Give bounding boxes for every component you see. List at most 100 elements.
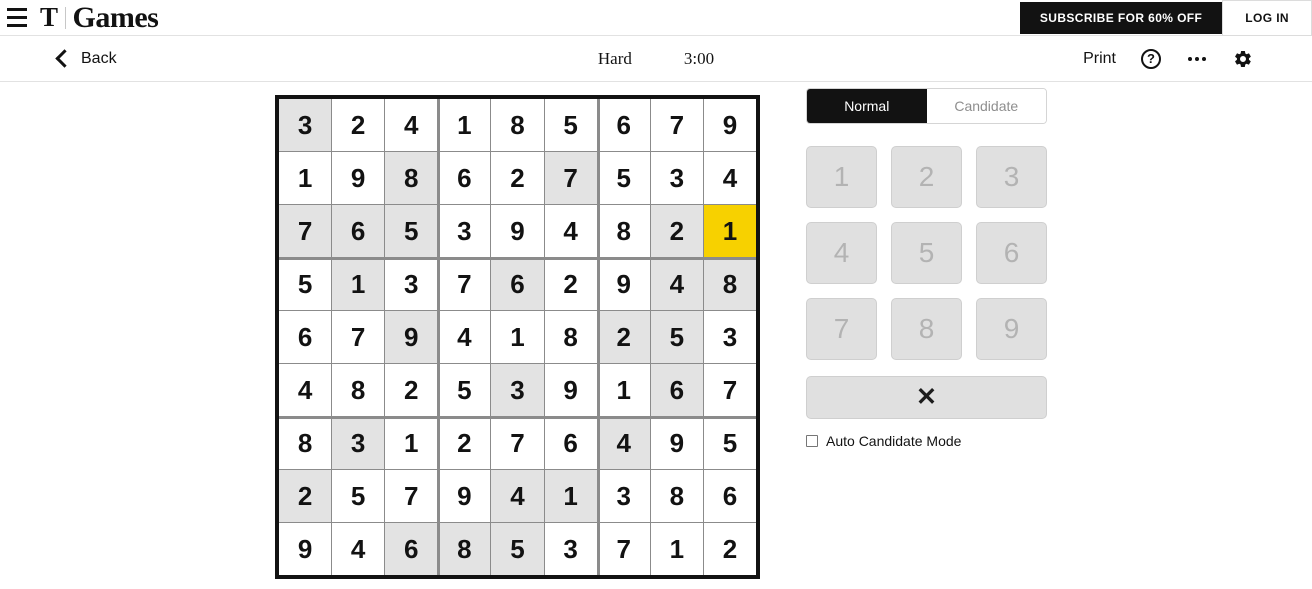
sudoku-cell-r9c5[interactable]: 5 [491, 523, 544, 575]
sudoku-cell-r7c8[interactable]: 9 [650, 417, 703, 469]
sudoku-cell-r5c2[interactable]: 7 [332, 311, 385, 363]
sudoku-cell-r2c5[interactable]: 2 [491, 152, 544, 204]
number-button-3[interactable]: 3 [976, 146, 1047, 208]
number-button-7[interactable]: 7 [806, 298, 877, 360]
sudoku-cell-r7c2[interactable]: 3 [332, 417, 385, 469]
sudoku-cell-r2c8[interactable]: 3 [650, 152, 703, 204]
sudoku-cell-r8c8[interactable]: 8 [650, 470, 703, 522]
sudoku-cell-r8c9[interactable]: 6 [703, 470, 756, 522]
sudoku-cell-r9c4[interactable]: 8 [438, 523, 491, 575]
sudoku-cell-r5c4[interactable]: 4 [438, 311, 491, 363]
hamburger-menu-icon[interactable] [4, 7, 30, 29]
sudoku-cell-r4c1[interactable]: 5 [279, 258, 332, 310]
mode-normal-button[interactable]: Normal [807, 89, 927, 123]
sudoku-cell-r1c7[interactable]: 6 [597, 99, 650, 151]
sudoku-cell-r2c1[interactable]: 1 [279, 152, 332, 204]
auto-candidate-checkbox[interactable] [806, 435, 818, 447]
sudoku-cell-r8c4[interactable]: 9 [438, 470, 491, 522]
sudoku-cell-r1c2[interactable]: 2 [332, 99, 385, 151]
sudoku-cell-r1c1[interactable]: 3 [279, 99, 332, 151]
sudoku-cell-r5c8[interactable]: 5 [650, 311, 703, 363]
auto-candidate-mode-toggle[interactable]: Auto Candidate Mode [806, 433, 1047, 449]
sudoku-cell-r2c9[interactable]: 4 [703, 152, 756, 204]
sudoku-cell-r4c9[interactable]: 8 [703, 258, 756, 310]
sudoku-cell-r7c3[interactable]: 1 [385, 417, 438, 469]
number-button-4[interactable]: 4 [806, 222, 877, 284]
sudoku-cell-r4c7[interactable]: 9 [597, 258, 650, 310]
sudoku-cell-r6c4[interactable]: 5 [438, 364, 491, 416]
login-button[interactable]: LOG IN [1222, 0, 1312, 36]
sudoku-cell-r9c6[interactable]: 3 [544, 523, 597, 575]
sudoku-cell-r7c5[interactable]: 7 [491, 417, 544, 469]
sudoku-cell-r8c5[interactable]: 4 [491, 470, 544, 522]
sudoku-cell-r2c4[interactable]: 6 [438, 152, 491, 204]
sudoku-cell-r6c8[interactable]: 6 [650, 364, 703, 416]
sudoku-cell-r1c4[interactable]: 1 [438, 99, 491, 151]
sudoku-cell-r5c9[interactable]: 3 [703, 311, 756, 363]
sudoku-cell-r9c8[interactable]: 1 [650, 523, 703, 575]
sudoku-cell-r1c9[interactable]: 9 [703, 99, 756, 151]
print-button[interactable]: Print [1083, 50, 1116, 68]
sudoku-cell-r4c6[interactable]: 2 [544, 258, 597, 310]
sudoku-cell-r4c8[interactable]: 4 [650, 258, 703, 310]
number-button-2[interactable]: 2 [891, 146, 962, 208]
sudoku-cell-r3c6[interactable]: 4 [544, 205, 597, 257]
sudoku-cell-r6c5[interactable]: 3 [491, 364, 544, 416]
brand[interactable]: T Games [40, 2, 159, 33]
sudoku-cell-r7c7[interactable]: 4 [597, 417, 650, 469]
sudoku-cell-r9c2[interactable]: 4 [332, 523, 385, 575]
number-button-1[interactable]: 1 [806, 146, 877, 208]
sudoku-cell-r6c2[interactable]: 8 [332, 364, 385, 416]
sudoku-cell-r3c9[interactable]: 1 [703, 205, 756, 257]
sudoku-cell-r4c5[interactable]: 6 [491, 258, 544, 310]
number-button-5[interactable]: 5 [891, 222, 962, 284]
sudoku-cell-r9c9[interactable]: 2 [703, 523, 756, 575]
sudoku-cell-r1c5[interactable]: 8 [491, 99, 544, 151]
sudoku-cell-r2c7[interactable]: 5 [597, 152, 650, 204]
sudoku-cell-r1c3[interactable]: 4 [385, 99, 438, 151]
sudoku-cell-r8c6[interactable]: 1 [544, 470, 597, 522]
sudoku-cell-r9c3[interactable]: 6 [385, 523, 438, 575]
sudoku-cell-r3c1[interactable]: 7 [279, 205, 332, 257]
sudoku-cell-r7c1[interactable]: 8 [279, 417, 332, 469]
sudoku-cell-r3c5[interactable]: 9 [491, 205, 544, 257]
sudoku-board[interactable]: 3241856791986275347653948215137629486794… [275, 95, 760, 579]
sudoku-cell-r5c7[interactable]: 2 [597, 311, 650, 363]
sudoku-cell-r2c2[interactable]: 9 [332, 152, 385, 204]
sudoku-cell-r1c6[interactable]: 5 [544, 99, 597, 151]
sudoku-cell-r1c8[interactable]: 7 [650, 99, 703, 151]
sudoku-cell-r6c1[interactable]: 4 [279, 364, 332, 416]
sudoku-cell-r3c3[interactable]: 5 [385, 205, 438, 257]
sudoku-cell-r8c1[interactable]: 2 [279, 470, 332, 522]
sudoku-cell-r9c1[interactable]: 9 [279, 523, 332, 575]
sudoku-cell-r8c7[interactable]: 3 [597, 470, 650, 522]
sudoku-cell-r4c4[interactable]: 7 [438, 258, 491, 310]
sudoku-cell-r7c6[interactable]: 6 [544, 417, 597, 469]
sudoku-cell-r2c3[interactable]: 8 [385, 152, 438, 204]
sudoku-cell-r3c7[interactable]: 8 [597, 205, 650, 257]
sudoku-cell-r3c2[interactable]: 6 [332, 205, 385, 257]
number-button-8[interactable]: 8 [891, 298, 962, 360]
sudoku-cell-r8c2[interactable]: 5 [332, 470, 385, 522]
sudoku-cell-r8c3[interactable]: 7 [385, 470, 438, 522]
sudoku-cell-r6c3[interactable]: 2 [385, 364, 438, 416]
subscribe-button[interactable]: SUBSCRIBE FOR 60% OFF [1019, 2, 1223, 34]
more-options-button[interactable] [1186, 48, 1208, 70]
sudoku-cell-r4c2[interactable]: 1 [332, 258, 385, 310]
number-button-9[interactable]: 9 [976, 298, 1047, 360]
number-button-6[interactable]: 6 [976, 222, 1047, 284]
sudoku-cell-r6c6[interactable]: 9 [544, 364, 597, 416]
sudoku-cell-r5c3[interactable]: 9 [385, 311, 438, 363]
sudoku-cell-r7c4[interactable]: 2 [438, 417, 491, 469]
sudoku-cell-r5c1[interactable]: 6 [279, 311, 332, 363]
sudoku-cell-r4c3[interactable]: 3 [385, 258, 438, 310]
back-button[interactable]: Back [55, 48, 117, 68]
sudoku-cell-r2c6[interactable]: 7 [544, 152, 597, 204]
help-button[interactable]: ? [1140, 48, 1162, 70]
timer-display[interactable]: 3:00 [684, 49, 714, 69]
mode-candidate-button[interactable]: Candidate [926, 89, 1046, 123]
sudoku-cell-r3c4[interactable]: 3 [438, 205, 491, 257]
sudoku-cell-r7c9[interactable]: 5 [703, 417, 756, 469]
sudoku-cell-r5c5[interactable]: 1 [491, 311, 544, 363]
sudoku-cell-r9c7[interactable]: 7 [597, 523, 650, 575]
